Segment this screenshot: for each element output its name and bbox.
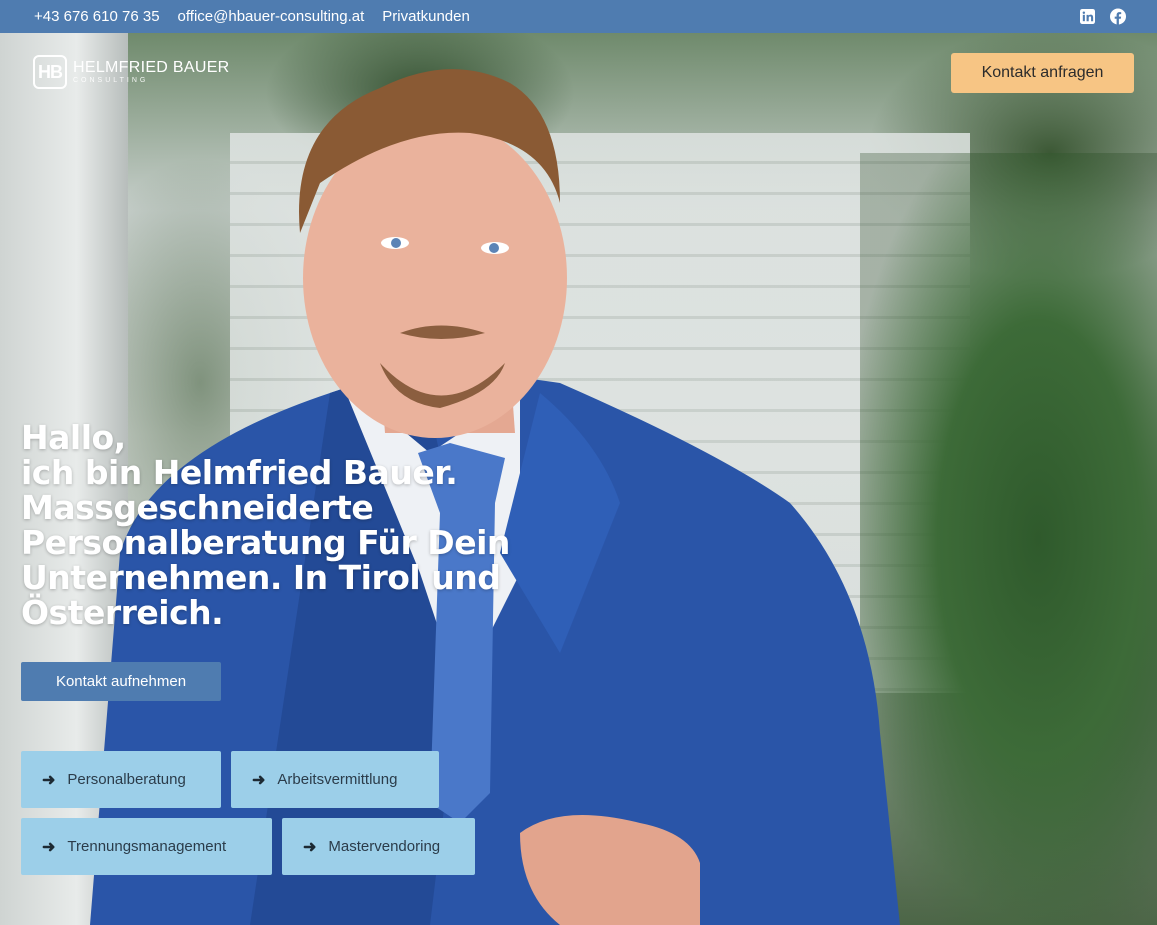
service-label: Mastervendoring [328, 838, 441, 855]
privatkunden-link[interactable]: Privatkunden [382, 8, 470, 25]
facebook-icon[interactable] [1110, 8, 1126, 25]
service-label: Trennungsmanagement [67, 838, 227, 855]
top-bar: +43 676 610 76 35 office@hbauer-consulti… [0, 0, 1157, 33]
linkedin-icon[interactable] [1079, 9, 1095, 25]
contact-button[interactable]: Kontakt aufnehmen [21, 662, 221, 701]
logo-name: HELMFRIED BAUER [73, 59, 230, 76]
hero-headline: Hallo, ich bin Helmfried Bauer. Massgesc… [21, 420, 510, 630]
arrow-right-icon: ➜ [252, 771, 266, 789]
phone-link[interactable]: +43 676 610 76 35 [34, 8, 160, 25]
logo-text: HELMFRIED BAUER CONSULTING [73, 59, 230, 85]
arrow-right-icon: ➜ [303, 838, 317, 856]
logo-mark: HB [33, 55, 67, 89]
headline-line: Massgeschneiderte [21, 488, 374, 527]
service-label: Personalberatung [67, 771, 186, 788]
logo-subtitle: CONSULTING [73, 77, 149, 84]
email-link[interactable]: office@hbauer-consulting.at [178, 8, 365, 25]
headline-line: Österreich. [21, 593, 224, 632]
service-button-arbeitsvermittlung[interactable]: ➜ Arbeitsvermittlung [231, 751, 439, 808]
service-button-trennungsmanagement[interactable]: ➜ Trennungsmanagement [21, 818, 272, 875]
contact-request-button[interactable]: Kontakt anfragen [951, 53, 1134, 93]
service-button-personalberatung[interactable]: ➜ Personalberatung [21, 751, 221, 808]
headline-line: Personalberatung Für Dein [21, 523, 510, 562]
contact-info: +43 676 610 76 35 office@hbauer-consulti… [34, 8, 470, 25]
arrow-right-icon: ➜ [42, 838, 56, 856]
headline-line: ich bin Helmfried Bauer. [21, 453, 458, 492]
arrow-right-icon: ➜ [42, 771, 56, 789]
service-button-mastervendoring[interactable]: ➜ Mastervendoring [282, 818, 475, 875]
logo[interactable]: HB HELMFRIED BAUER CONSULTING [33, 55, 230, 89]
headline-line: Unternehmen. In Tirol und [21, 558, 501, 597]
social-links [1079, 8, 1126, 25]
headline-line: Hallo, [21, 418, 126, 457]
service-label: Arbeitsvermittlung [277, 771, 398, 788]
